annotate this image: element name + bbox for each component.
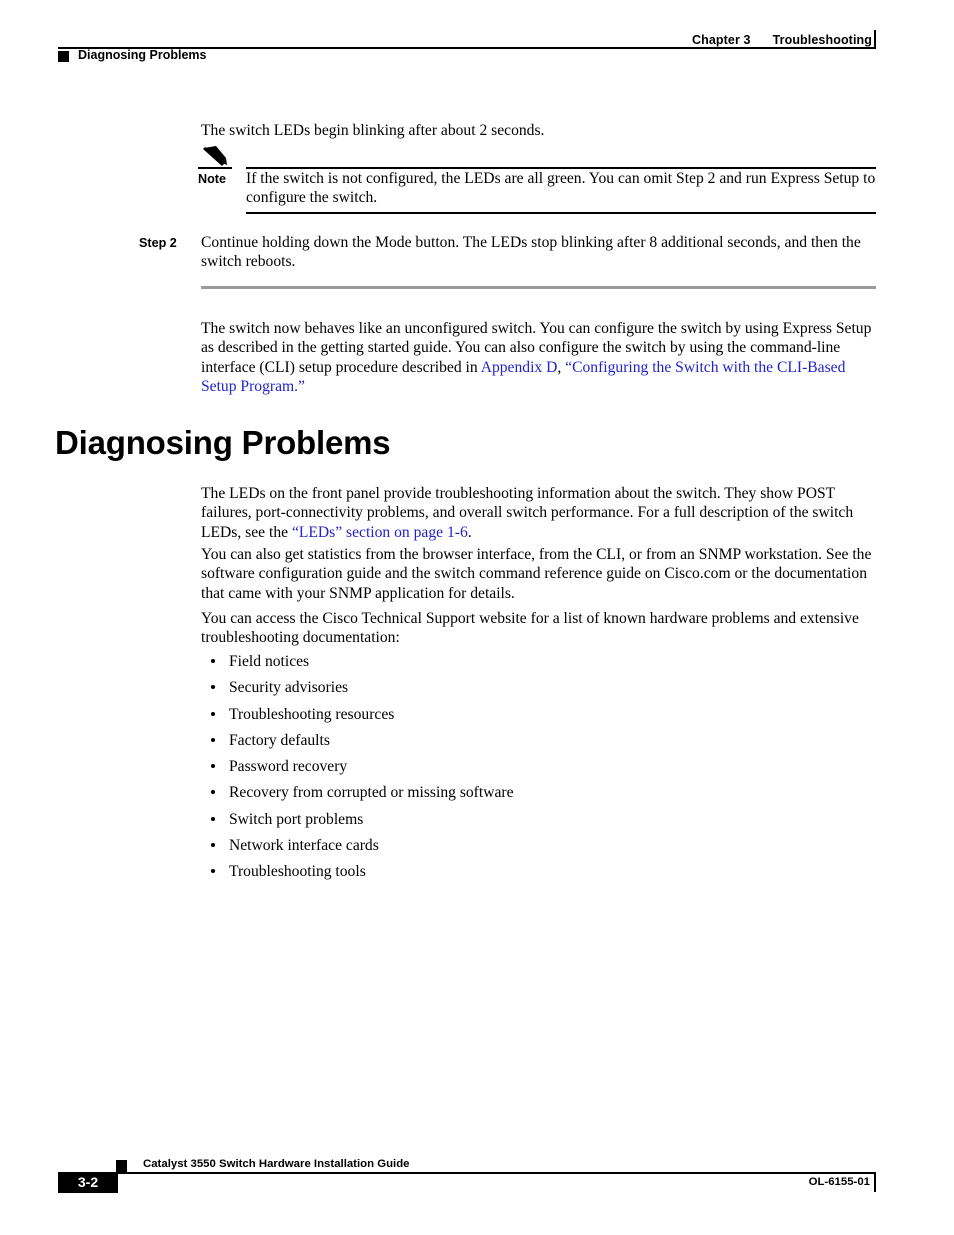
list-item-label: Factory defaults [229, 731, 330, 749]
paragraph-leds: The LEDs on the front panel provide trou… [201, 484, 877, 542]
bullet-dot-icon [211, 737, 215, 742]
list-item-label: Network interface cards [229, 837, 379, 855]
list-item: Factory defaults [201, 731, 877, 757]
running-header: Chapter 3 Troubleshooting Diagnosing Pro… [0, 0, 954, 80]
link-leds-section[interactable]: “LEDs” section on page 1-6 [292, 524, 468, 541]
intro-paragraph: The switch LEDs begin blinking after abo… [201, 122, 545, 139]
footer-guide-title: Catalyst 3550 Switch Hardware Installati… [143, 1158, 410, 1170]
bullet-dot-icon [211, 764, 215, 769]
bullet-dot-icon [211, 869, 215, 874]
list-item-label: Password recovery [229, 758, 348, 776]
list-item: Recovery from corrupted or missing softw… [201, 783, 877, 809]
step-text: Continue holding down the Mode button. T… [201, 234, 861, 271]
list-item: Security advisories [201, 678, 877, 704]
bullet-dot-icon [211, 685, 215, 690]
paragraph-text-separator: , [557, 358, 566, 376]
note-text: If the switch is not configured, the LED… [246, 170, 876, 207]
list-item: Switch port problems [201, 810, 877, 836]
bullet-dot-icon [211, 659, 215, 663]
paragraph-technical-support: You can access the Cisco Technical Suppo… [201, 610, 859, 647]
bullet-list: Field notices Security advisories Troubl… [201, 652, 877, 889]
header-chapter-number: Chapter 3 [692, 33, 751, 47]
bullet-dot-icon [211, 711, 215, 716]
paragraph-leds-tail: . [467, 523, 472, 541]
list-item: Troubleshooting resources [201, 705, 877, 731]
list-item-label: Security advisories [229, 679, 349, 697]
list-item-label: Switch port problems [229, 810, 364, 828]
list-item-label: Field notices [229, 653, 310, 670]
list-item: Network interface cards [201, 836, 877, 862]
bullet-dot-icon [211, 790, 215, 795]
bullet-dot-icon [211, 816, 215, 821]
note-rule-bottom [246, 212, 876, 214]
paragraph-unconfigured-switch: The switch now behaves like an unconfigu… [201, 319, 877, 397]
page-title: Diagnosing Problems [55, 424, 391, 461]
link-appendix-d[interactable]: Appendix D [481, 359, 558, 376]
header-chapter-info: Chapter 3 Troubleshooting [692, 33, 872, 47]
list-item: Troubleshooting tools [201, 862, 877, 888]
footer-rule [58, 1172, 876, 1174]
list-item: Field notices [201, 652, 877, 678]
footer-right-tick [874, 1173, 876, 1192]
step-label: Step 2 [139, 236, 177, 250]
header-section-title: Diagnosing Problems [78, 48, 207, 62]
section-divider-rule [201, 286, 876, 289]
list-item-label: Troubleshooting tools [229, 863, 366, 881]
header-chapter-title: Troubleshooting [772, 33, 872, 47]
list-item: Password recovery [201, 757, 877, 783]
list-item-label: Recovery from corrupted or missing softw… [229, 784, 514, 802]
note-icon-underline [198, 167, 232, 169]
pencil-note-icon [202, 146, 228, 168]
note-label: Note [198, 172, 226, 186]
list-item-label: Troubleshooting resources [229, 705, 395, 723]
header-bullet-square-icon [58, 51, 69, 62]
footer-document-id: OL-6155-01 [808, 1176, 870, 1188]
footer-bullet-square-icon [116, 1160, 127, 1172]
paragraph-statistics: You can also get statistics from the bro… [201, 546, 872, 602]
bullet-dot-icon [211, 843, 215, 848]
footer-page-number: 3-2 [77, 1174, 99, 1190]
